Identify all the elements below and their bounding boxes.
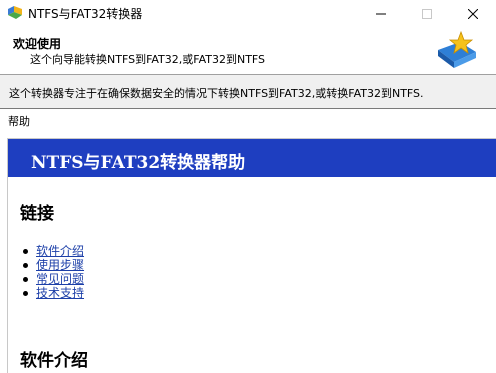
description-text: 这个转换器专注于在确保数据安全的情况下转换NTFS到FAT32,或转换FAT32… — [9, 87, 424, 100]
wizard-header: 欢迎使用 这个向导能转换NTFS到FAT32,或FAT32到NTFS — [0, 27, 496, 74]
maximize-button[interactable] — [404, 0, 450, 27]
wizard-star-icon — [438, 30, 476, 68]
intro-heading: 软件介绍 — [20, 351, 88, 371]
minimize-button[interactable] — [358, 0, 404, 27]
help-caption: 帮助 — [8, 115, 30, 128]
list-item: 软件介绍 — [23, 244, 84, 258]
list-item: 使用步骤 — [23, 258, 84, 272]
window-title: NTFS与FAT32转换器 — [28, 7, 143, 21]
link-software-intro[interactable]: 软件介绍 — [36, 244, 84, 258]
help-frame: 帮助 NTFS与FAT32转换器帮助 链接 软件介绍 使用步骤 常见问题 技术支… — [0, 108, 496, 373]
description-band: 这个转换器专注于在确保数据安全的情况下转换NTFS到FAT32,或转换FAT32… — [0, 75, 496, 108]
welcome-subtitle: 这个向导能转换NTFS到FAT32,或FAT32到NTFS — [30, 53, 266, 66]
link-tech-support[interactable]: 技术支持 — [36, 286, 84, 300]
link-usage-steps[interactable]: 使用步骤 — [36, 258, 84, 272]
link-faq[interactable]: 常见问题 — [36, 272, 84, 286]
list-item: 技术支持 — [23, 286, 84, 300]
minimize-icon — [376, 13, 386, 14]
welcome-title: 欢迎使用 — [13, 37, 62, 51]
help-banner: NTFS与FAT32转换器帮助 — [8, 139, 496, 177]
title-bar: NTFS与FAT32转换器 — [0, 0, 496, 27]
list-item: 常见问题 — [23, 272, 84, 286]
close-icon — [468, 8, 478, 19]
maximize-icon — [422, 8, 432, 19]
close-button[interactable] — [450, 0, 496, 27]
app-icon — [8, 6, 22, 19]
help-banner-title: NTFS与FAT32转换器帮助 — [31, 153, 246, 173]
link-list: 软件介绍 使用步骤 常见问题 技术支持 — [23, 244, 84, 300]
help-content[interactable]: NTFS与FAT32转换器帮助 链接 软件介绍 使用步骤 常见问题 技术支持 软… — [7, 138, 496, 373]
links-heading: 链接 — [20, 204, 54, 224]
